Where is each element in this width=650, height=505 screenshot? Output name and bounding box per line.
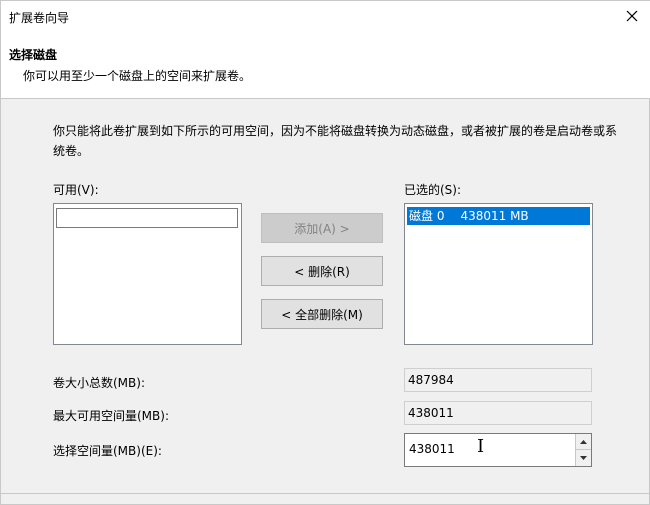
- total-size-field: 487984: [404, 368, 592, 392]
- selected-listbox[interactable]: 磁盘 0 438011 MB: [404, 203, 593, 345]
- window-title: 扩展卷向导: [9, 11, 70, 25]
- wizard-header: 选择磁盘 你可以用至少一个磁盘上的空间来扩展卷。: [1, 31, 650, 99]
- selected-list-item[interactable]: 磁盘 0 438011 MB: [407, 207, 590, 225]
- select-space-label: 选择空间量(MB)(E):: [53, 444, 162, 458]
- text-cursor-icon: I: [477, 436, 485, 457]
- spin-up-button[interactable]: [576, 434, 591, 450]
- spin-down-button[interactable]: [576, 450, 591, 466]
- total-size-label: 卷大小总数(MB):: [53, 376, 145, 390]
- available-list-item[interactable]: [56, 208, 238, 228]
- select-space-stepper[interactable]: 438011 I: [404, 433, 592, 467]
- select-space-input[interactable]: 438011: [409, 442, 455, 456]
- page-subtitle: 你可以用至少一个磁盘上的空间来扩展卷。: [23, 69, 252, 83]
- close-icon: [626, 10, 638, 22]
- title-bar: 扩展卷向导: [1, 1, 650, 31]
- available-label: 可用(V):: [53, 183, 99, 197]
- available-listbox[interactable]: [53, 203, 242, 345]
- footer-divider: [1, 493, 650, 494]
- remove-all-button[interactable]: < 全部删除(M): [261, 299, 383, 329]
- page-title: 选择磁盘: [9, 48, 58, 62]
- spin-up-icon: [580, 439, 587, 444]
- description-text: 你只能将此卷扩展到如下所示的可用空间，因为不能将磁盘转换为动态磁盘，或者被扩展的…: [53, 124, 618, 158]
- max-space-field: 438011: [404, 401, 592, 425]
- add-button[interactable]: 添加(A) >: [261, 213, 383, 243]
- extend-volume-wizard-window: 扩展卷向导 选择磁盘 你可以用至少一个磁盘上的空间来扩展卷。 你只能将此卷扩展到…: [0, 0, 650, 505]
- selected-disk-name: 磁盘 0: [409, 209, 445, 223]
- spin-buttons: [575, 434, 591, 466]
- spin-down-icon: [580, 456, 587, 460]
- close-button[interactable]: [613, 1, 650, 31]
- remove-button[interactable]: < 删除(R): [261, 256, 383, 286]
- max-space-label: 最大可用空间量(MB):: [53, 409, 169, 423]
- selected-disk-size: 438011 MB: [460, 209, 529, 223]
- selected-label: 已选的(S):: [404, 183, 462, 197]
